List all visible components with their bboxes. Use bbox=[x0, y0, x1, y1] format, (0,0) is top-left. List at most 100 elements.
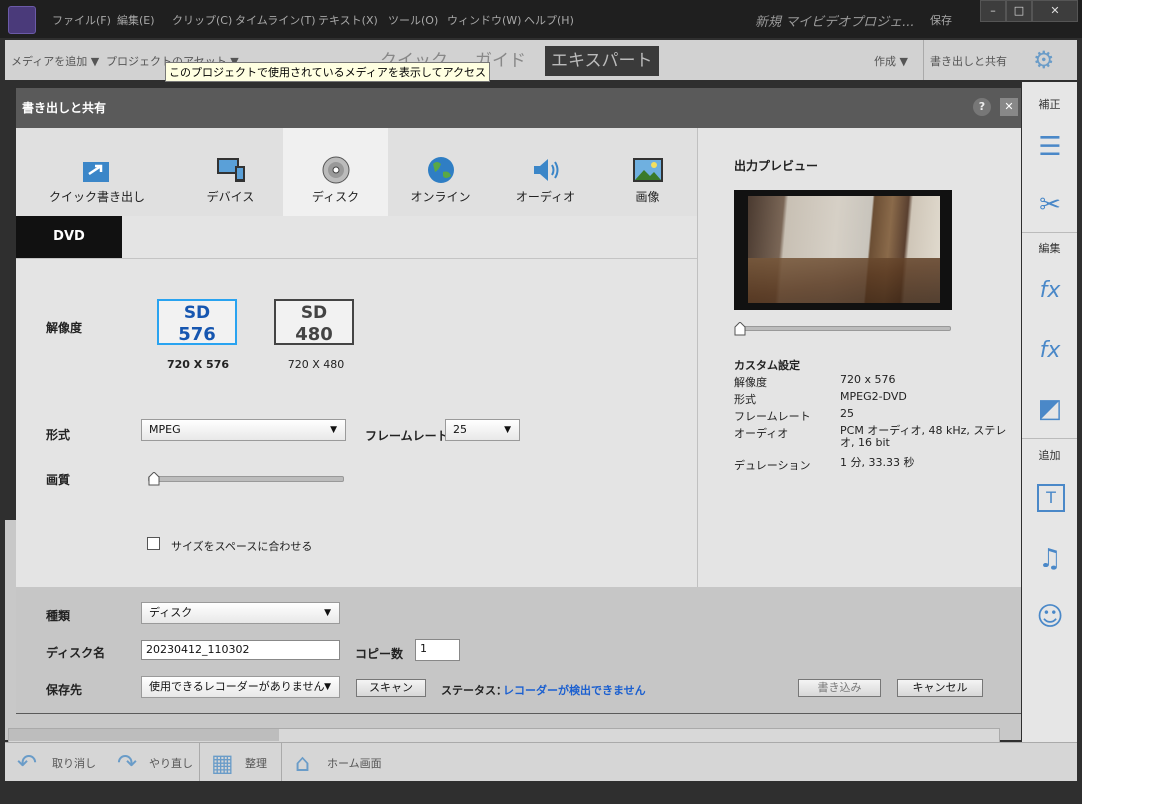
window-close-button[interactable]: ✕ bbox=[1032, 0, 1078, 22]
music-icon[interactable]: ♫ bbox=[1035, 544, 1065, 574]
resolution-caption: 720 X 480 bbox=[287, 358, 345, 371]
adjust-label: 補正 bbox=[1038, 98, 1061, 111]
tools-icon[interactable]: ✂ bbox=[1035, 190, 1065, 220]
menu-file[interactable]: ファイル(F) bbox=[52, 12, 111, 28]
bottom-bar: ↶ 取り消し ↷ やり直し ▦ 整理 ⌂ ホーム画面 bbox=[5, 742, 1077, 781]
minimize-button[interactable]: – bbox=[980, 0, 1006, 22]
type-select[interactable]: ディスク ▼ bbox=[141, 602, 340, 624]
chevron-down-icon: ▼ bbox=[324, 608, 331, 618]
menu-edit[interactable]: 編集(E) bbox=[117, 12, 155, 28]
preview-video-floor bbox=[748, 258, 940, 303]
preview-scrubber[interactable] bbox=[737, 326, 951, 331]
tab-label: オーディオ bbox=[515, 190, 576, 204]
graphics-icon[interactable]: ☺ bbox=[1035, 602, 1065, 632]
undo-icon[interactable]: ↶ bbox=[17, 749, 37, 777]
tab-online[interactable]: オンライン bbox=[388, 128, 494, 216]
bottom-divider bbox=[281, 743, 282, 781]
preview-scrubber-thumb[interactable] bbox=[734, 322, 746, 336]
copies-input[interactable]: 1 bbox=[415, 639, 460, 661]
organize-icon[interactable]: ▦ bbox=[211, 749, 234, 777]
menu-tools[interactable]: ツール(O) bbox=[388, 12, 438, 28]
copies-label: コピー数 bbox=[355, 647, 404, 661]
redo-button[interactable]: やり直し bbox=[149, 755, 193, 771]
quality-slider[interactable] bbox=[148, 476, 344, 482]
image-icon bbox=[632, 158, 663, 182]
panel-divider bbox=[697, 128, 698, 587]
home-icon[interactable]: ⌂ bbox=[295, 749, 310, 777]
organize-button[interactable]: 整理 bbox=[245, 755, 267, 771]
settings-gear-icon[interactable]: ⚙ bbox=[1033, 46, 1055, 74]
add-media-button[interactable]: メディアを追加 ▼ bbox=[11, 53, 99, 69]
subtab-dvd[interactable]: DVD bbox=[16, 216, 122, 258]
option-line1: SD bbox=[183, 303, 211, 323]
scrollbar-thumb[interactable] bbox=[9, 729, 279, 741]
format-value: MPEG bbox=[149, 423, 181, 436]
chevron-down-icon: ▼ bbox=[330, 425, 337, 435]
tab-label: 画像 bbox=[635, 190, 660, 204]
quick-export-icon bbox=[83, 162, 109, 182]
resolution-caption: 720 X 576 bbox=[166, 358, 230, 371]
export-share-button[interactable]: 書き出しと共有 bbox=[930, 53, 1007, 69]
create-button[interactable]: 作成 ▼ bbox=[874, 53, 908, 69]
home-button[interactable]: ホーム画面 bbox=[327, 755, 382, 771]
type-value: ディスク bbox=[149, 606, 193, 619]
resolution-sd576-option[interactable]: SD 576 bbox=[157, 299, 237, 345]
destination-value: 使用できるレコーダーがありません bbox=[149, 680, 325, 693]
disc-icon bbox=[322, 156, 349, 184]
tab-label: クイック書き出し bbox=[48, 190, 145, 204]
chevron-down-icon: ▼ bbox=[504, 425, 511, 435]
fx-icon[interactable]: fx bbox=[1035, 336, 1065, 366]
fx-edit-icon[interactable]: fx bbox=[1035, 276, 1065, 306]
menu-help[interactable]: ヘルプ(H) bbox=[524, 12, 574, 28]
tab-label: デバイス bbox=[206, 190, 255, 204]
help-icon[interactable]: ? bbox=[973, 98, 991, 116]
setting-value: 25 bbox=[840, 407, 854, 420]
option-line1: SD bbox=[300, 303, 328, 323]
title-text-icon[interactable]: T bbox=[1037, 484, 1065, 512]
resolution-label: 解像度 bbox=[46, 321, 83, 335]
custom-settings-title: カスタム設定 bbox=[734, 359, 800, 372]
menu-clip[interactable]: クリップ(C) bbox=[172, 12, 232, 28]
right-panel: 補正 ☰ ✂ 編集 fx fx ◩ 追加 T ♫ ☺ bbox=[1022, 82, 1077, 742]
sliders-icon[interactable]: ☰ bbox=[1035, 132, 1065, 162]
framerate-value: 25 bbox=[453, 423, 467, 436]
tab-device[interactable]: デバイス bbox=[178, 128, 284, 216]
resolution-sd480-option[interactable]: SD 480 bbox=[274, 299, 354, 345]
type-label: 種類 bbox=[46, 609, 71, 623]
toolbar-divider bbox=[923, 40, 924, 80]
destination-select[interactable]: 使用できるレコーダーがありません ▼ bbox=[141, 676, 340, 698]
tab-quick-export[interactable]: クイック書き出し bbox=[16, 128, 179, 216]
bottom-divider bbox=[199, 743, 200, 781]
dialog-close-icon[interactable]: ✕ bbox=[1000, 98, 1018, 116]
tab-image[interactable]: 画像 bbox=[598, 128, 697, 216]
transition-icon[interactable]: ◩ bbox=[1035, 394, 1065, 424]
format-select[interactable]: MPEG ▼ bbox=[141, 419, 346, 441]
setting-value: 1 分, 33.33 秒 bbox=[840, 456, 915, 469]
destination-label: 保存先 bbox=[46, 683, 83, 697]
speaker-icon bbox=[533, 159, 558, 181]
menu-window[interactable]: ウィンドウ(W) bbox=[447, 12, 521, 28]
right-panel-divider bbox=[1022, 438, 1077, 439]
maximize-button[interactable]: □ bbox=[1006, 0, 1032, 22]
export-tabs: クイック書き出し デバイス ディスク オンライン オーディオ 画像 bbox=[16, 128, 697, 216]
fit-checkbox[interactable] bbox=[147, 537, 160, 550]
mode-expert-tab[interactable]: エキスパート bbox=[545, 46, 659, 76]
disc-name-input[interactable]: 20230412_110302 bbox=[141, 640, 340, 660]
quality-slider-thumb[interactable] bbox=[148, 472, 160, 486]
undo-button[interactable]: 取り消し bbox=[52, 755, 96, 771]
framerate-select[interactable]: 25 ▼ bbox=[445, 419, 520, 441]
save-menu[interactable]: 保存 bbox=[930, 12, 952, 28]
tab-disc[interactable]: ディスク bbox=[283, 128, 389, 216]
status-label: ステータス： bbox=[441, 684, 507, 697]
framerate-label: フレームレート bbox=[365, 429, 449, 443]
redo-icon[interactable]: ↷ bbox=[117, 749, 137, 777]
tab-audio[interactable]: オーディオ bbox=[493, 128, 599, 216]
menu-timeline[interactable]: タイムライン(T) bbox=[235, 12, 316, 28]
burn-button[interactable]: 書き込み bbox=[798, 679, 881, 697]
cancel-button[interactable]: キャンセル bbox=[897, 679, 983, 697]
menu-text[interactable]: テキスト(X) bbox=[318, 12, 378, 28]
scan-button[interactable]: スキャン bbox=[356, 679, 426, 697]
add-label: 追加 bbox=[1038, 449, 1061, 462]
tab-label: ディスク bbox=[311, 190, 360, 204]
quality-label: 画質 bbox=[46, 473, 71, 487]
